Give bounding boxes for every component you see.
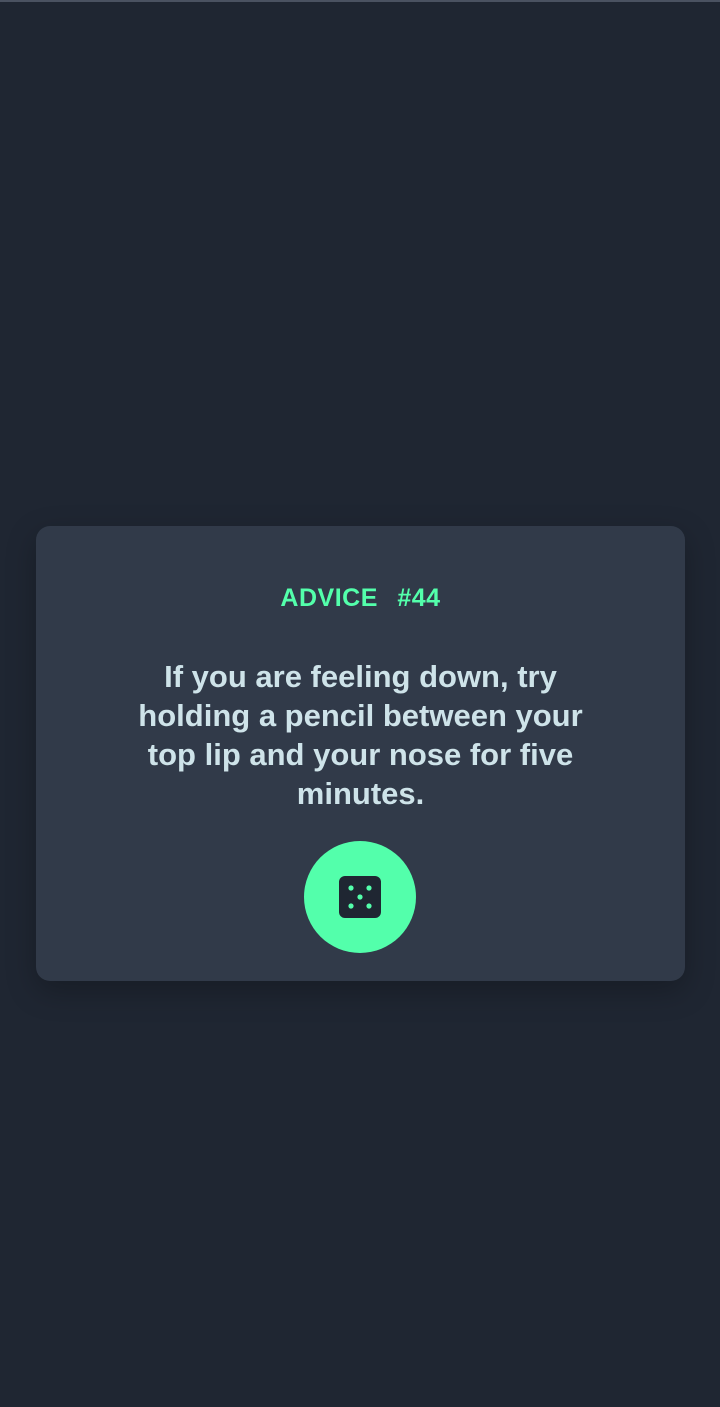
advice-quote: If you are feeling down, try holding a p… [138, 659, 583, 811]
dice-icon [339, 876, 381, 918]
top-border [0, 0, 720, 2]
advice-label: ADVICE [280, 584, 378, 612]
advice-heading: ADVICE #44 [36, 583, 685, 613]
advice-card: ADVICE #44 If you are feeling down, try … [36, 526, 685, 981]
advice-number: #44 [397, 584, 441, 612]
generate-advice-button[interactable] [304, 841, 416, 953]
